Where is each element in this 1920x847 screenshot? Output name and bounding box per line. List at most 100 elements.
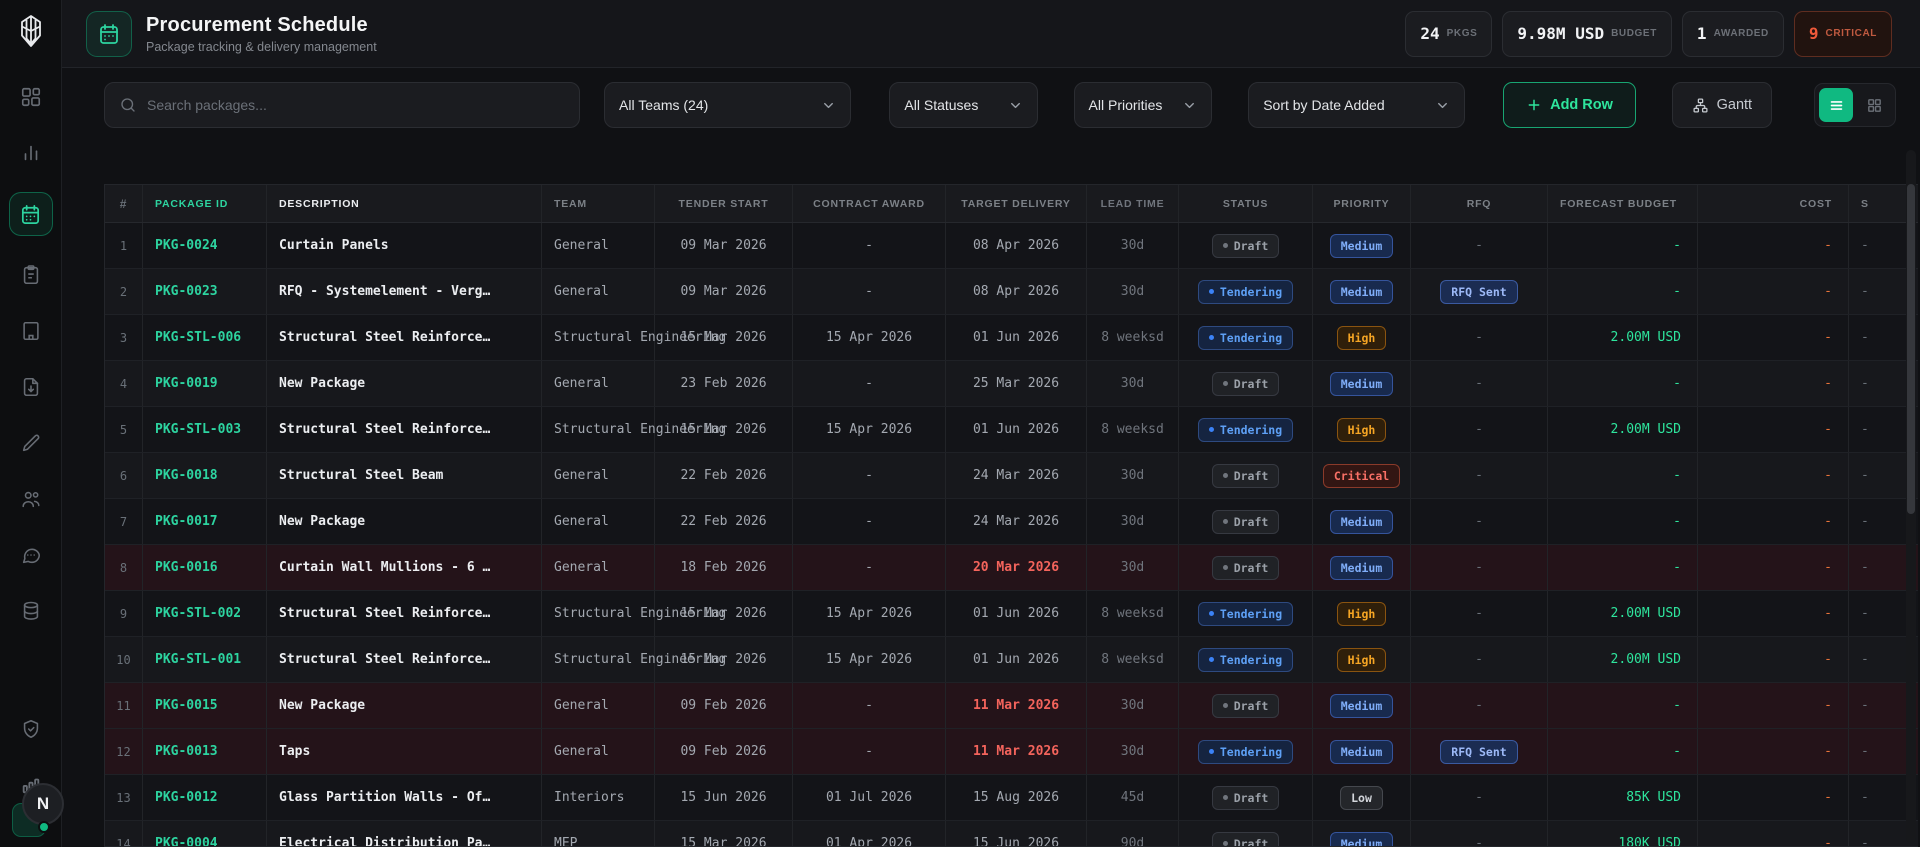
sidebar-item-schedule[interactable]	[8, 192, 53, 236]
table-row[interactable]: 7 PKG-0017 New Package General 22 Feb 2026-2…	[105, 499, 1918, 545]
cell-package-id[interactable]: PKG-STL-001	[143, 637, 267, 682]
table-row[interactable]: 11 PKG-0015 New Package General 09 Feb 2026-…	[105, 683, 1918, 729]
cell-tender-start: 15 Mar 2026	[655, 591, 793, 636]
table-row[interactable]: 8 PKG-0016 Curtain Wall Mullions - 6 … Gene…	[105, 545, 1918, 591]
sidebar-item-chat[interactable]	[14, 538, 48, 572]
cell-forecast-budget: 2.00M USD	[1548, 407, 1698, 452]
add-row-button[interactable]: Add Row	[1503, 82, 1636, 128]
avatar[interactable]: N	[22, 783, 64, 825]
cell-contract-award: 15 Apr 2026	[793, 407, 946, 452]
grid-view-button[interactable]	[1857, 88, 1891, 122]
cell-status: Draft	[1179, 453, 1313, 498]
search-box[interactable]	[104, 82, 581, 128]
target-delivery-date: 08 Apr 2026	[972, 238, 1060, 253]
cell-package-id[interactable]: PKG-0013	[143, 729, 267, 774]
status-badge: Tendering	[1197, 647, 1294, 672]
column-header[interactable]: CONTRACT AWARD	[793, 185, 946, 222]
table-row[interactable]: 3 PKG-STL-006 Structural Steel Reinforce… S…	[105, 315, 1918, 361]
teams-filter-dropdown[interactable]: All Teams (24)	[604, 82, 852, 128]
vertical-scrollbar[interactable]	[1906, 150, 1916, 843]
column-header[interactable]: PACKAGE ID	[143, 185, 267, 222]
search-input[interactable]	[147, 97, 566, 113]
cell-forecast-budget: -	[1548, 545, 1698, 590]
table-row[interactable]: 1 PKG-0024 Curtain Panels General 09 Mar 202…	[105, 223, 1918, 269]
table-row[interactable]: 10 PKG-STL-001 Structural Steel Reinforce……	[105, 637, 1918, 683]
target-delivery-date: 25 Mar 2026	[972, 376, 1060, 391]
sidebar-item-documents[interactable]	[14, 370, 48, 404]
cell-status: Draft	[1179, 821, 1313, 846]
cell-contract-award: -	[793, 453, 946, 498]
table-row[interactable]: 13 PKG-0012 Glass Partition Walls - Of… Int…	[105, 775, 1918, 821]
status-filter-dropdown[interactable]: All Statuses	[889, 82, 1038, 128]
table-row[interactable]: 9 PKG-STL-002 Structural Steel Reinforce… S…	[105, 591, 1918, 637]
cell-priority: Medium	[1313, 269, 1411, 314]
priority-badge: Medium	[1329, 555, 1394, 580]
cell-package-id[interactable]: PKG-STL-006	[143, 315, 267, 360]
cell-package-id[interactable]: PKG-0023	[143, 269, 267, 314]
column-header[interactable]: PRIORITY	[1313, 185, 1411, 222]
column-header[interactable]: #	[105, 185, 143, 222]
table-row[interactable]: 4 PKG-0019 New Package General 23 Feb 2026-2…	[105, 361, 1918, 407]
cell-package-id[interactable]: PKG-0012	[143, 775, 267, 820]
column-header[interactable]: COST	[1698, 185, 1849, 222]
sidebar-item-tasks[interactable]	[14, 258, 48, 292]
cell-forecast-budget: -	[1548, 729, 1698, 774]
column-header[interactable]: DESCRIPTION	[267, 185, 542, 222]
gantt-button[interactable]: Gantt	[1671, 82, 1772, 128]
sidebar-item-database[interactable]	[14, 594, 48, 628]
sort-dropdown[interactable]: Sort by Date Added	[1248, 82, 1466, 128]
cell-package-id[interactable]: PKG-0019	[143, 361, 267, 406]
table-row[interactable]: 6 PKG-0018 Structural Steel Beam General 22 …	[105, 453, 1918, 499]
column-header[interactable]: TARGET DELIVERY	[946, 185, 1087, 222]
column-header[interactable]: TEAM	[542, 185, 655, 222]
column-header[interactable]: TENDER START	[655, 185, 793, 222]
cell-description: New Package	[267, 361, 542, 406]
priority-filter-dropdown[interactable]: All Priorities	[1073, 82, 1213, 128]
cell-target-delivery: 01 Jun 2026	[946, 591, 1087, 636]
sidebar-item-company[interactable]	[14, 314, 48, 348]
cell-description: Electrical Distribution Pa…	[267, 821, 542, 846]
cell-priority: High	[1313, 637, 1411, 682]
cell-package-id[interactable]: PKG-0024	[143, 223, 267, 268]
cell-team: General	[542, 223, 655, 268]
main-area: Procurement Schedule Package tracking & …	[62, 0, 1920, 847]
column-header[interactable]: FORECAST BUDGET	[1548, 185, 1698, 222]
table-row[interactable]: 2 PKG-0023 RFQ - Systemelement - Verg… Gene…	[105, 269, 1918, 315]
target-delivery-date: 15 Jun 2026	[972, 836, 1060, 847]
cell-priority: Critical	[1313, 453, 1411, 498]
scrollbar-thumb[interactable]	[1907, 184, 1915, 514]
cell-package-id[interactable]: PKG-0004	[143, 821, 267, 846]
sidebar-item-dashboard[interactable]	[14, 80, 48, 114]
table-row[interactable]: 14 PKG-0004 Electrical Distribution Pa… MEP…	[105, 821, 1918, 847]
sidebar-item-analytics[interactable]	[14, 136, 48, 170]
cell-priority: Low	[1313, 775, 1411, 820]
priority-badge: High	[1336, 647, 1387, 672]
cell-team: Interiors	[542, 775, 655, 820]
column-header[interactable]: RFQ	[1411, 185, 1548, 222]
column-header[interactable]: LEAD TIME	[1087, 185, 1179, 222]
row-number: 2	[105, 269, 143, 314]
column-header[interactable]: STATUS	[1179, 185, 1313, 222]
user-profile[interactable]: N	[8, 783, 64, 839]
cell-cost: -	[1698, 729, 1849, 774]
sidebar-item-security[interactable]	[14, 712, 48, 746]
table-row[interactable]: 12 PKG-0013 Taps General 09 Feb 2026-11 Mar …	[105, 729, 1918, 775]
table-row[interactable]: 5 PKG-STL-003 Structural Steel Reinforce… S…	[105, 407, 1918, 453]
cell-target-delivery: 11 Mar 2026	[946, 729, 1087, 774]
sidebar-item-edit[interactable]	[14, 426, 48, 460]
cell-package-id[interactable]: PKG-STL-003	[143, 407, 267, 452]
list-view-button[interactable]	[1819, 88, 1853, 122]
sidebar-item-team[interactable]	[14, 482, 48, 516]
cell-package-id[interactable]: PKG-STL-002	[143, 591, 267, 636]
cell-team: General	[542, 683, 655, 728]
cell-tender-start: 15 Mar 2026	[655, 315, 793, 360]
cell-status: Draft	[1179, 683, 1313, 728]
status-badge: Tendering	[1197, 739, 1294, 764]
cell-team: Structural Engineering	[542, 407, 726, 452]
cell-package-id[interactable]: PKG-0016	[143, 545, 267, 590]
cell-package-id[interactable]: PKG-0017	[143, 499, 267, 544]
row-number: 9	[105, 591, 143, 636]
cell-package-id[interactable]: PKG-0015	[143, 683, 267, 728]
status-badge: Tendering	[1197, 417, 1294, 442]
cell-package-id[interactable]: PKG-0018	[143, 453, 267, 498]
